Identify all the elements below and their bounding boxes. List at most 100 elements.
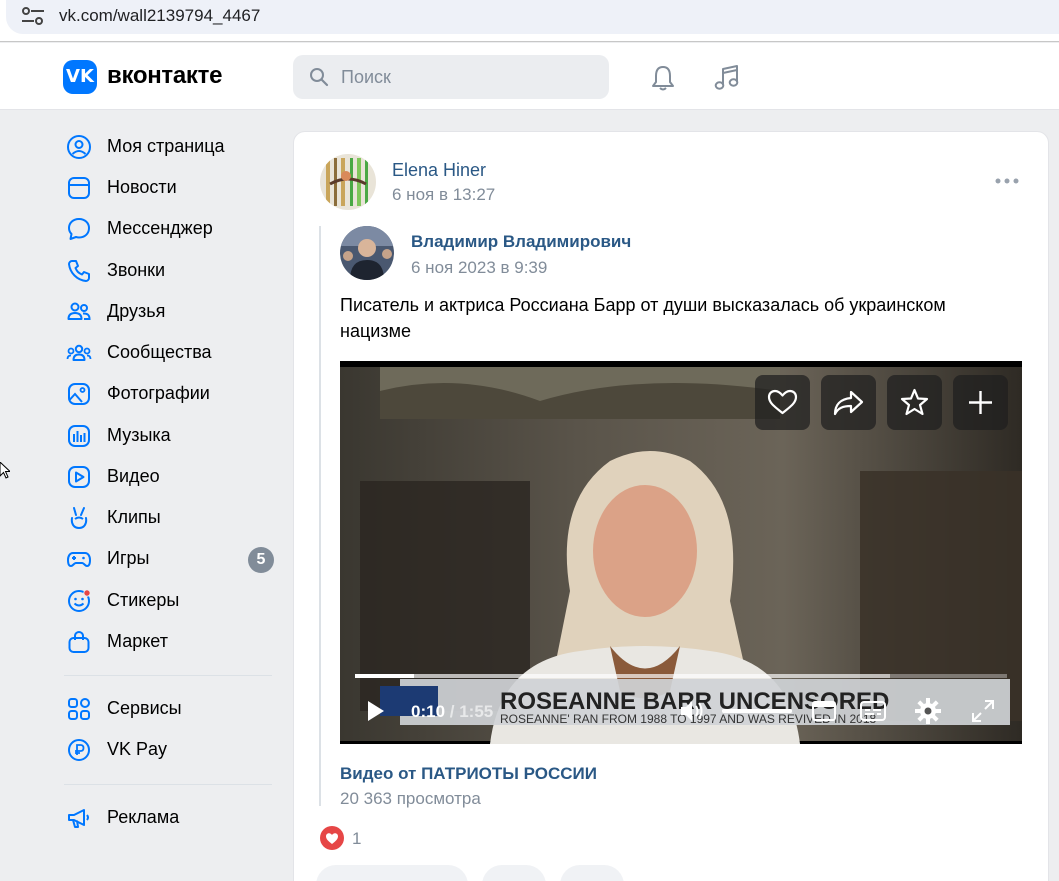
sidebar-item-label: Реклама bbox=[107, 807, 180, 827]
gamepad-icon bbox=[67, 552, 91, 567]
site-settings-icon[interactable] bbox=[20, 6, 46, 26]
sidebar-item-label: Сообщества bbox=[107, 342, 212, 362]
video-player[interactable]: ROSEANNE BARR UNCENSORED ROSEANNE' RAN F… bbox=[340, 361, 1022, 744]
search-box[interactable] bbox=[293, 55, 609, 99]
like-action-button[interactable] bbox=[316, 865, 468, 881]
heart-outline-icon bbox=[767, 389, 798, 415]
music-note-icon[interactable] bbox=[712, 63, 742, 93]
friends-icon bbox=[67, 302, 91, 320]
sidebar-item-label: Новости bbox=[107, 177, 177, 197]
sidebar-item-ads[interactable]: Реклама bbox=[60, 799, 278, 835]
sidebar-item-messenger[interactable]: Мессенджер bbox=[60, 210, 278, 246]
post-text: Писатель и актриса Россиана Барр от души… bbox=[340, 295, 946, 341]
video-progress-bar[interactable] bbox=[355, 674, 1007, 678]
sidebar-item-label: Мессенджер bbox=[107, 218, 213, 238]
likes-count[interactable]: 1 bbox=[352, 829, 361, 849]
user-circle-icon bbox=[67, 135, 91, 159]
repost-indicator-line bbox=[319, 226, 321, 806]
url-text[interactable]: vk.com/wall2139794_4467 bbox=[59, 6, 260, 26]
video-add-button[interactable] bbox=[953, 375, 1008, 430]
video-source-link[interactable]: Видео от ПАТРИОТЫ РОССИИ bbox=[340, 764, 597, 784]
photo-icon bbox=[68, 383, 90, 405]
services-grid-icon bbox=[68, 698, 90, 720]
sidebar-item-music[interactable]: Музыка bbox=[60, 417, 278, 453]
megaphone-icon bbox=[68, 809, 89, 828]
sidebar-item-market[interactable]: Маркет bbox=[60, 623, 278, 659]
clips-icon bbox=[70, 507, 88, 530]
video-current-time: 0:10 bbox=[411, 702, 446, 721]
mouse-cursor-icon bbox=[0, 462, 10, 479]
sidebar-item-services[interactable]: Сервисы bbox=[60, 690, 278, 726]
video-progress-fill bbox=[355, 674, 414, 678]
sidebar-item-label: Видео bbox=[107, 466, 160, 486]
sidebar-item-stickers[interactable]: Стикеры bbox=[60, 582, 278, 618]
repost-author-name[interactable]: Владимир Владимирович bbox=[411, 232, 631, 252]
sidebar-item-label: Звонки bbox=[107, 260, 166, 280]
sidebar-item-communities[interactable]: Сообщества bbox=[60, 334, 278, 370]
sidebar-item-photos[interactable]: Фотографии bbox=[60, 375, 278, 411]
repost-date[interactable]: 6 ноя 2023 в 9:39 bbox=[411, 258, 547, 278]
search-input[interactable] bbox=[341, 55, 601, 99]
settings-gear-icon[interactable] bbox=[913, 696, 943, 726]
heart-filled-icon[interactable] bbox=[320, 826, 344, 850]
vk-logo-text[interactable]: вконтакте bbox=[107, 62, 222, 90]
avatar-image bbox=[340, 226, 394, 280]
browser-address-bar: vk.com/wall2139794_4467 bbox=[0, 0, 1059, 42]
video-time: 0:10 / 1:55 bbox=[411, 702, 493, 722]
vk-logo-icon[interactable]: VK bbox=[63, 60, 97, 94]
sidebar-item-label: Моя страница bbox=[107, 136, 225, 156]
author-avatar[interactable] bbox=[320, 154, 376, 210]
sidebar-item-label: Клипы bbox=[107, 507, 161, 527]
play-icon[interactable] bbox=[360, 696, 390, 726]
volume-icon[interactable] bbox=[677, 696, 707, 726]
video-bookmark-button[interactable] bbox=[887, 375, 942, 430]
address-pill[interactable]: vk.com/wall2139794_4467 bbox=[6, 0, 1059, 34]
comment-action-button[interactable] bbox=[482, 865, 546, 881]
vk-header: VK вконтакте bbox=[0, 43, 1059, 110]
post-author-name[interactable]: Elena Hiner bbox=[392, 160, 486, 181]
sidebar-item-label: Друзья bbox=[107, 301, 166, 321]
subtitles-icon[interactable] bbox=[858, 696, 888, 726]
sidebar-divider bbox=[64, 675, 272, 676]
video-icon bbox=[68, 466, 90, 488]
vkpay-icon bbox=[68, 739, 90, 761]
star-outline-icon bbox=[900, 388, 929, 416]
more-options-icon[interactable] bbox=[994, 176, 1020, 186]
sidebar-item-label: VK Pay bbox=[107, 739, 168, 759]
phone-icon bbox=[68, 260, 90, 282]
share-action-button[interactable] bbox=[560, 865, 624, 881]
volume-slider[interactable] bbox=[722, 709, 792, 713]
market-bag-icon bbox=[68, 630, 90, 653]
video-like-button[interactable] bbox=[755, 375, 810, 430]
video-views-count: 20 363 просмотра bbox=[340, 789, 481, 808]
sidebar-item-label: Стикеры bbox=[107, 590, 180, 610]
news-icon bbox=[68, 177, 90, 199]
search-icon bbox=[310, 68, 329, 87]
sidebar-item-vkpay[interactable]: VK Pay bbox=[60, 731, 278, 767]
sidebar-item-calls[interactable]: Звонки bbox=[60, 252, 278, 288]
sidebar-item-label: Маркет bbox=[107, 631, 168, 651]
communities-icon bbox=[66, 344, 92, 361]
fullscreen-icon[interactable] bbox=[968, 696, 998, 726]
post-date[interactable]: 6 ноя в 13:27 bbox=[392, 185, 495, 205]
message-icon bbox=[68, 218, 90, 240]
sidebar-item-video[interactable]: Видео bbox=[60, 458, 278, 494]
sidebar-item-my-page[interactable]: Моя страница bbox=[60, 128, 278, 164]
volume-fill bbox=[722, 709, 792, 713]
sidebar-item-label: Фотографии bbox=[107, 383, 210, 403]
games-count-badge: 5 bbox=[248, 547, 274, 573]
plus-icon bbox=[969, 391, 992, 414]
share-arrow-icon bbox=[833, 390, 864, 416]
sidebar-item-friends[interactable]: Друзья bbox=[60, 293, 278, 329]
video-share-button[interactable] bbox=[821, 375, 876, 430]
sidebar-item-label: Музыка bbox=[107, 425, 171, 445]
sidebar-item-label: Игры bbox=[107, 548, 150, 568]
sticker-icon bbox=[68, 589, 91, 612]
sidebar-item-clips[interactable]: Клипы bbox=[60, 499, 278, 535]
bell-icon[interactable] bbox=[648, 63, 678, 93]
repost-author-avatar[interactable] bbox=[340, 226, 394, 280]
sidebar-divider bbox=[64, 784, 272, 785]
picture-in-picture-icon[interactable] bbox=[809, 696, 839, 726]
sidebar-item-games[interactable]: Игры 5 bbox=[60, 540, 278, 576]
sidebar-item-news[interactable]: Новости bbox=[60, 169, 278, 205]
